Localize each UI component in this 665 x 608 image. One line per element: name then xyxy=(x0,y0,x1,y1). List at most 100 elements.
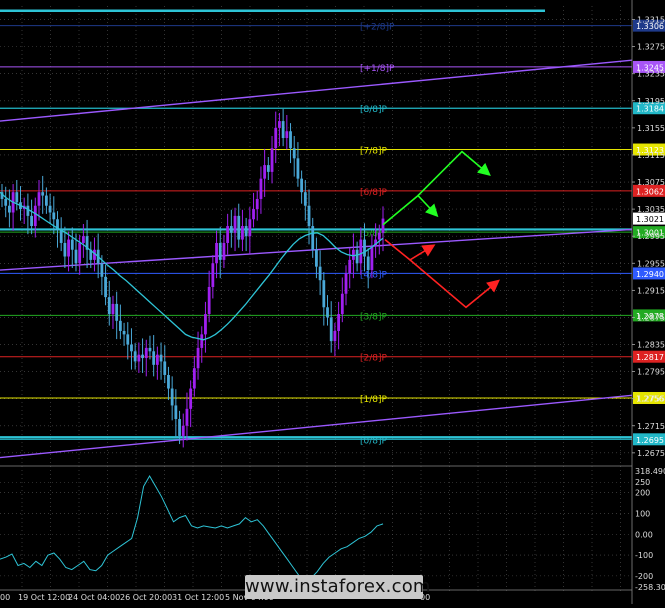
candle-body xyxy=(370,246,374,271)
candle-body xyxy=(126,334,130,345)
candle-body xyxy=(181,425,185,436)
candle-body xyxy=(130,344,133,352)
candle-body xyxy=(226,226,230,243)
price-tick-label: 1.3235 xyxy=(637,70,665,79)
candle-body xyxy=(241,226,244,240)
candle-body xyxy=(348,259,352,274)
candle-body xyxy=(326,307,329,318)
candle-body xyxy=(303,192,307,206)
candle-body xyxy=(7,205,11,213)
candle-body xyxy=(244,226,248,237)
candle-body xyxy=(185,408,189,426)
candle-body xyxy=(211,263,215,287)
candle-body xyxy=(207,286,211,315)
indicator-axis-label: 318.4907 xyxy=(635,467,665,476)
indicator-axis-label: 250 xyxy=(635,478,650,487)
forecast-down-arrow xyxy=(409,259,500,309)
time-axis-label: 00 xyxy=(0,593,10,602)
candle-body xyxy=(44,195,48,206)
candle-body xyxy=(118,320,122,331)
price-tick-label: 1.2915 xyxy=(637,286,665,295)
murrey-level-label: [7/8]P xyxy=(360,147,388,157)
candle-body xyxy=(281,121,285,139)
candle-body xyxy=(63,242,67,257)
candle-body xyxy=(366,256,370,271)
murrey-price-box-label: 1.3184 xyxy=(636,105,664,114)
candle-body xyxy=(67,239,70,257)
watermark-logo: www.instaforex.com xyxy=(245,575,431,599)
candle-body xyxy=(263,165,267,179)
candle-body xyxy=(285,131,289,139)
candle-body xyxy=(26,205,30,216)
candle-body xyxy=(237,215,241,240)
channel-line xyxy=(0,394,633,459)
candle-body xyxy=(30,215,33,227)
candle-body xyxy=(4,198,8,206)
candle-body xyxy=(278,121,281,128)
candle-body xyxy=(333,330,337,342)
murrey-price-box-label: 1.2940 xyxy=(636,270,664,279)
murrey-level-label: [2/8]P xyxy=(360,354,388,364)
candle-body xyxy=(163,361,167,375)
candle-body xyxy=(15,192,19,203)
candle-body xyxy=(78,242,82,264)
murrey-price-box-label: 1.2695 xyxy=(636,436,664,445)
candle-body xyxy=(355,249,359,264)
candle-body xyxy=(204,314,207,335)
candle-body xyxy=(141,354,144,359)
candle-body xyxy=(111,303,115,315)
candle-body xyxy=(255,198,259,210)
candle-body xyxy=(363,239,366,257)
candle-body xyxy=(144,347,148,359)
candle-body xyxy=(292,148,296,159)
indicator-axis-label: -200 xyxy=(635,572,653,581)
murrey-level-label: [+2/8]P xyxy=(360,23,395,33)
candle-body xyxy=(174,405,178,419)
indicator-axis-label: -100 xyxy=(635,551,653,560)
candle-body xyxy=(104,276,107,298)
candle-body xyxy=(81,236,85,243)
candle-body xyxy=(270,148,274,172)
candle-body xyxy=(189,388,193,409)
candle-body xyxy=(37,192,41,206)
candle-body xyxy=(359,239,363,264)
candle-body xyxy=(340,293,344,315)
price-tick-label: 1.2795 xyxy=(637,368,665,377)
price-tick-label: 1.2715 xyxy=(637,422,665,431)
price-chart[interactable]: [+2/8]P 1.3306[+1/8]P 1.3245[8/8]P 1.3184[7… xyxy=(0,0,665,604)
candle-body xyxy=(170,388,174,406)
candle-body xyxy=(318,266,322,281)
candle-body xyxy=(152,351,156,365)
chart-window[interactable]: [+2/8]P 1.3306 [+1/8]P 1.3245 [8/8]P 1.3184 [7… xyxy=(0,0,665,604)
candle-body xyxy=(155,354,159,365)
price-tick-label: 1.2955 xyxy=(637,259,665,268)
murrey-level-label: [6/8]P xyxy=(360,188,388,198)
candle-body xyxy=(296,158,300,179)
candle-body xyxy=(215,242,218,264)
time-axis-label: 24 Oct 04:00 xyxy=(68,593,120,602)
time-axis-label: 31 Oct 12:00 xyxy=(172,593,224,602)
indicator-axis-label: 200 xyxy=(635,489,650,498)
candle-body xyxy=(300,178,304,193)
indicator-axis-label: 0.00 xyxy=(635,530,653,539)
candle-body xyxy=(70,239,74,250)
murrey-level-label: [+1/8]P xyxy=(360,64,395,74)
indicator-axis-label: -258.301 xyxy=(635,583,665,592)
candle-body xyxy=(200,334,204,348)
candle-body xyxy=(352,249,355,260)
candle-body xyxy=(307,205,311,227)
candle-body xyxy=(178,418,181,436)
cci-line xyxy=(0,474,384,581)
time-axis-label: 19 Oct 12:00 xyxy=(18,593,70,602)
price-tick-label: 1.2755 xyxy=(637,395,665,404)
candle-body xyxy=(115,303,119,321)
candle-body xyxy=(315,249,318,267)
price-tick-label: 1.2675 xyxy=(637,449,665,458)
murrey-level-label: [8/8]P xyxy=(360,105,388,115)
current-price-label: 1.3021 xyxy=(636,215,664,224)
candle-body xyxy=(381,218,385,233)
price-tick-label: 1.3275 xyxy=(637,43,665,52)
candle-body xyxy=(33,205,37,227)
price-tick-label: 1.2995 xyxy=(637,232,665,241)
candle-body xyxy=(229,226,233,233)
